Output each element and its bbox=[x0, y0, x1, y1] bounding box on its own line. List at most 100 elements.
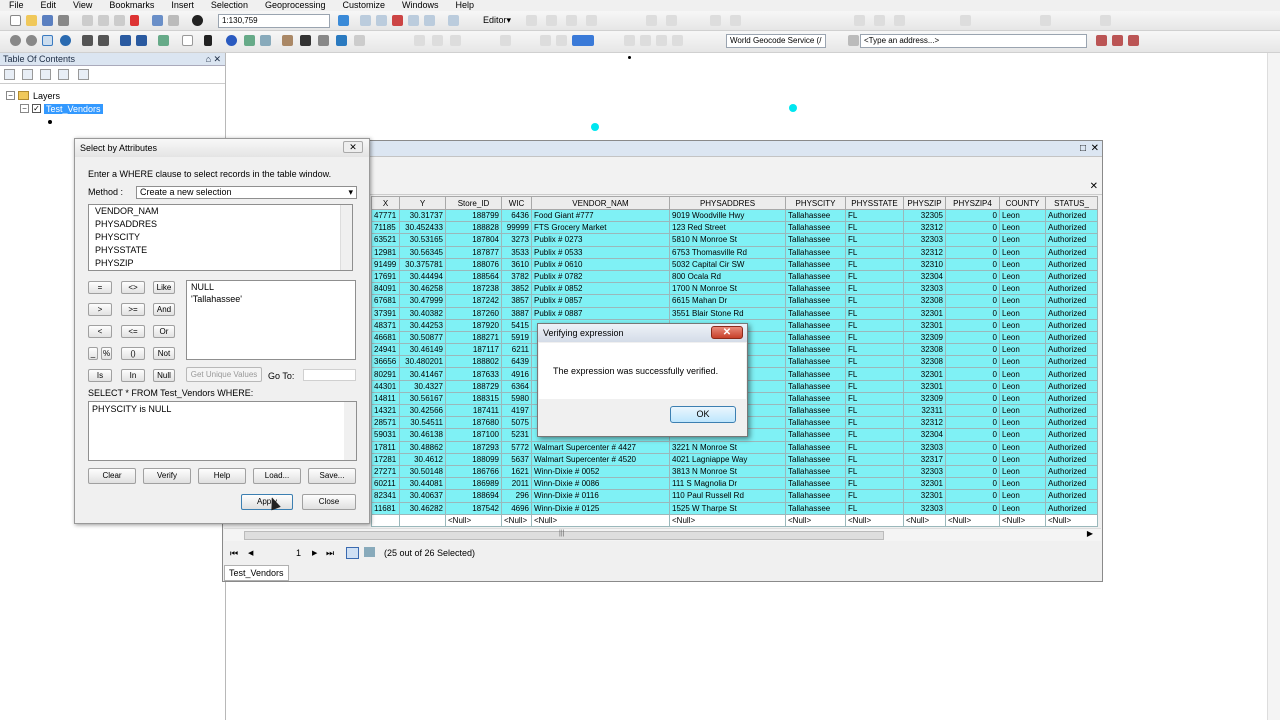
pin-icon[interactable]: ⌂ bbox=[206, 53, 211, 66]
last-record-icon[interactable]: ⏭ bbox=[326, 548, 334, 559]
table-cell[interactable]: Tallahassee bbox=[785, 245, 846, 259]
geocode-tool-icon[interactable] bbox=[1128, 35, 1139, 46]
value-item[interactable]: 'Tallahassee' bbox=[187, 293, 355, 305]
operator-button[interactable]: < bbox=[88, 325, 112, 338]
table-cell[interactable]: 186766 bbox=[445, 464, 502, 479]
table-cell[interactable]: 44301 bbox=[371, 379, 400, 393]
table-row-unselected[interactable]: <Null> <Null> <Null> <Null> <Null> <Null> <Nul… bbox=[371, 513, 1098, 527]
table-cell[interactable]: Publix # 0273 bbox=[531, 233, 670, 247]
table-cell[interactable]: Authorized bbox=[1045, 428, 1098, 442]
python-window-icon[interactable] bbox=[424, 15, 435, 26]
table-cell[interactable]: 187117 bbox=[445, 343, 502, 357]
table-cell[interactable] bbox=[371, 513, 400, 527]
open-folder-icon[interactable] bbox=[26, 15, 37, 26]
table-cell[interactable]: 3221 N Monroe St bbox=[669, 440, 786, 454]
table-cell[interactable]: 0 bbox=[945, 391, 1000, 406]
table-cell[interactable]: 28571 bbox=[371, 416, 400, 430]
table-cell[interactable]: 17691 bbox=[371, 269, 400, 284]
table-cell[interactable]: 37391 bbox=[371, 306, 400, 320]
table-cell[interactable]: FL bbox=[845, 208, 904, 223]
table-cell[interactable]: 30.452433 bbox=[399, 221, 446, 235]
table-cell[interactable]: 32304 bbox=[903, 269, 946, 284]
table-cell[interactable]: 188799 bbox=[445, 208, 502, 223]
table-cell[interactable]: 0 bbox=[945, 464, 1000, 479]
table-cell[interactable]: 30.44253 bbox=[399, 318, 446, 332]
map-point[interactable] bbox=[591, 123, 599, 131]
table-cell[interactable]: 1700 N Monroe St bbox=[669, 282, 786, 296]
table-cell[interactable]: 30.56345 bbox=[399, 245, 446, 259]
table-cell[interactable]: 32303 bbox=[903, 282, 946, 296]
table-cell[interactable]: 32308 bbox=[903, 343, 946, 357]
table-cell[interactable]: FL bbox=[845, 306, 904, 320]
table-cell[interactable]: Walmart Supercenter # 4427 bbox=[531, 440, 670, 454]
table-cell[interactable]: 4696 bbox=[501, 501, 532, 515]
table-cell[interactable]: 5075 bbox=[501, 416, 532, 430]
table-cell[interactable]: 6439 bbox=[501, 355, 532, 369]
table-cell[interactable]: FL bbox=[845, 452, 904, 466]
table-cell[interactable]: Authorized bbox=[1045, 452, 1098, 466]
table-cell[interactable]: 6364 bbox=[501, 379, 532, 393]
table-cell[interactable]: 30.46138 bbox=[399, 428, 446, 442]
table-cell[interactable]: 32301 bbox=[903, 367, 946, 381]
table-cell[interactable]: 296 bbox=[501, 489, 532, 503]
table-cell[interactable]: 188802 bbox=[445, 355, 502, 369]
measure-icon[interactable] bbox=[282, 35, 293, 46]
cut-icon[interactable] bbox=[82, 15, 93, 26]
table-cell[interactable]: Leon bbox=[999, 318, 1046, 332]
layer-label[interactable]: Test_Vendors bbox=[44, 103, 103, 114]
table-cell[interactable]: 32301 bbox=[903, 489, 946, 503]
table-cell[interactable]: 30.375781 bbox=[399, 257, 446, 271]
table-cell[interactable]: 187293 bbox=[445, 440, 502, 454]
table-cell[interactable]: 0 bbox=[945, 233, 1000, 247]
table-cell[interactable]: 30.53165 bbox=[399, 233, 446, 247]
table-cell[interactable]: <Null> bbox=[945, 513, 1000, 527]
close-table-icon[interactable]: ✕ bbox=[1091, 143, 1099, 154]
table-cell[interactable]: <Null> bbox=[785, 513, 846, 527]
table-cell[interactable]: Tallahassee bbox=[785, 318, 846, 332]
table-cell[interactable]: 32305 bbox=[903, 208, 946, 223]
table-cell[interactable]: 4916 bbox=[501, 367, 532, 381]
table-cell[interactable]: 188564 bbox=[445, 269, 502, 284]
table-cell[interactable]: Publix # 0887 bbox=[531, 306, 670, 320]
scroll-thumb[interactable]: ||| bbox=[244, 530, 884, 540]
table-cell[interactable]: 3813 N Monroe St bbox=[669, 464, 786, 479]
table-cell[interactable]: <Null> bbox=[903, 513, 946, 527]
table-cell[interactable]: 3610 bbox=[501, 257, 532, 271]
menu-item-selection[interactable]: Selection bbox=[202, 0, 256, 11]
table-cell[interactable]: Authorized bbox=[1045, 403, 1098, 418]
save-button[interactable]: Save... bbox=[308, 468, 356, 484]
table-cell[interactable]: 6211 bbox=[501, 343, 532, 357]
load-button[interactable]: Load... bbox=[253, 468, 301, 484]
undo-icon[interactable] bbox=[152, 15, 163, 26]
table-cell[interactable]: 32304 bbox=[903, 428, 946, 442]
table-row[interactable]: 17811 30.48862 187293 5772 Walmart Supercent… bbox=[371, 440, 1098, 454]
html-popup-icon[interactable] bbox=[260, 35, 271, 46]
table-cell[interactable]: 0 bbox=[945, 306, 1000, 320]
table-row[interactable]: 84091 30.46258 187238 3852 Publix # 0852 1700… bbox=[371, 282, 1098, 296]
go-to-input[interactable] bbox=[303, 369, 356, 381]
table-cell[interactable]: Leon bbox=[999, 440, 1046, 454]
zoom-in-icon[interactable] bbox=[10, 35, 21, 46]
table-cell[interactable]: 5980 bbox=[501, 391, 532, 406]
column-header[interactable]: PHYSSTATE bbox=[845, 196, 904, 210]
table-cell[interactable]: 110 Paul Russell Rd bbox=[669, 489, 786, 503]
table-cell[interactable]: Authorized bbox=[1045, 233, 1098, 247]
table-cell[interactable]: Tallahassee bbox=[785, 343, 846, 357]
table-cell[interactable]: 0 bbox=[945, 489, 1000, 503]
table-cell[interactable]: Tallahassee bbox=[785, 208, 846, 223]
table-row[interactable]: 17281 30.4612 188099 5637 Walmart Supercente… bbox=[371, 452, 1098, 466]
table-cell[interactable]: 123 Red Street bbox=[669, 221, 786, 235]
table-row[interactable]: 71185 30.452433 188828 99999 FTS Grocery Mar… bbox=[371, 221, 1098, 235]
toc-window-icon[interactable] bbox=[360, 15, 371, 26]
search-window-icon[interactable] bbox=[392, 15, 403, 26]
table-cell[interactable]: 32301 bbox=[903, 318, 946, 332]
table-cell[interactable]: Winn-Dixie # 0052 bbox=[531, 464, 670, 479]
field-item[interactable]: PHYSSTATE bbox=[89, 244, 352, 257]
table-row[interactable]: 67681 30.47999 187242 3857 Publix # 0857 6615… bbox=[371, 294, 1098, 308]
table-cell[interactable]: 46681 bbox=[371, 330, 400, 345]
table-cell[interactable]: Leon bbox=[999, 464, 1046, 479]
visibility-checkbox[interactable]: ✓ bbox=[32, 104, 41, 113]
table-cell[interactable]: 84091 bbox=[371, 282, 400, 296]
table-cell[interactable]: <Null> bbox=[445, 513, 502, 527]
table-cell[interactable]: Food Giant #777 bbox=[531, 208, 670, 223]
